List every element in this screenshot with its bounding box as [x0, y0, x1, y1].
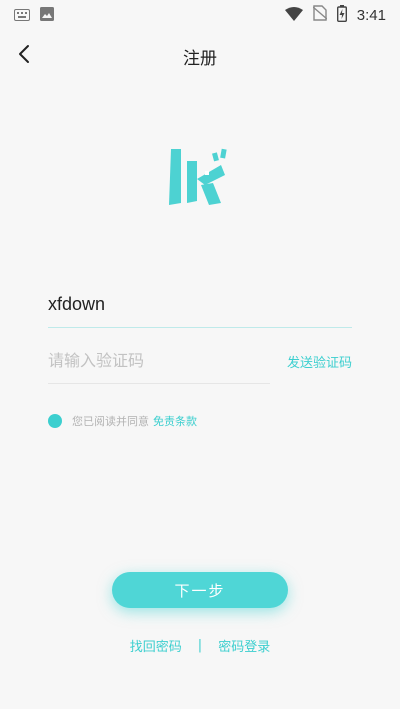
bottom-links: 找回密码 | 密码登录: [0, 634, 400, 656]
back-arrow-icon: [17, 44, 31, 68]
status-left: [14, 6, 54, 25]
terms-link[interactable]: 免责条款: [153, 413, 197, 429]
send-code-button[interactable]: 发送验证码: [287, 352, 352, 371]
battery-icon: [336, 4, 347, 26]
nav-bar: 注册: [0, 36, 400, 76]
app-logo: [163, 145, 241, 215]
status-bar: 3:41: [0, 0, 400, 30]
image-icon: [40, 6, 54, 25]
keyboard-icon: [14, 6, 30, 25]
page-title: 注册: [183, 48, 217, 69]
verification-code-row: 发送验证码: [48, 338, 352, 384]
no-sim-icon: [312, 5, 328, 25]
find-password-link[interactable]: 找回密码: [130, 636, 182, 655]
status-right: 3:41: [284, 4, 386, 26]
username-field-row: [48, 282, 352, 328]
link-separator: |: [197, 637, 203, 653]
agree-text: 您已阅读并同意: [72, 415, 149, 428]
back-button[interactable]: [8, 40, 40, 72]
status-time: 3:41: [356, 6, 386, 24]
next-button[interactable]: 下一步: [112, 572, 288, 608]
agreement-row: 您已阅读并同意 免责条款: [48, 411, 197, 431]
code-input-wrap: [48, 338, 270, 384]
agree-checkbox[interactable]: [48, 414, 62, 428]
password-login-link[interactable]: 密码登录: [218, 636, 270, 655]
verification-code-input[interactable]: [48, 351, 270, 370]
wifi-icon: [284, 6, 303, 25]
username-input[interactable]: [48, 294, 352, 315]
